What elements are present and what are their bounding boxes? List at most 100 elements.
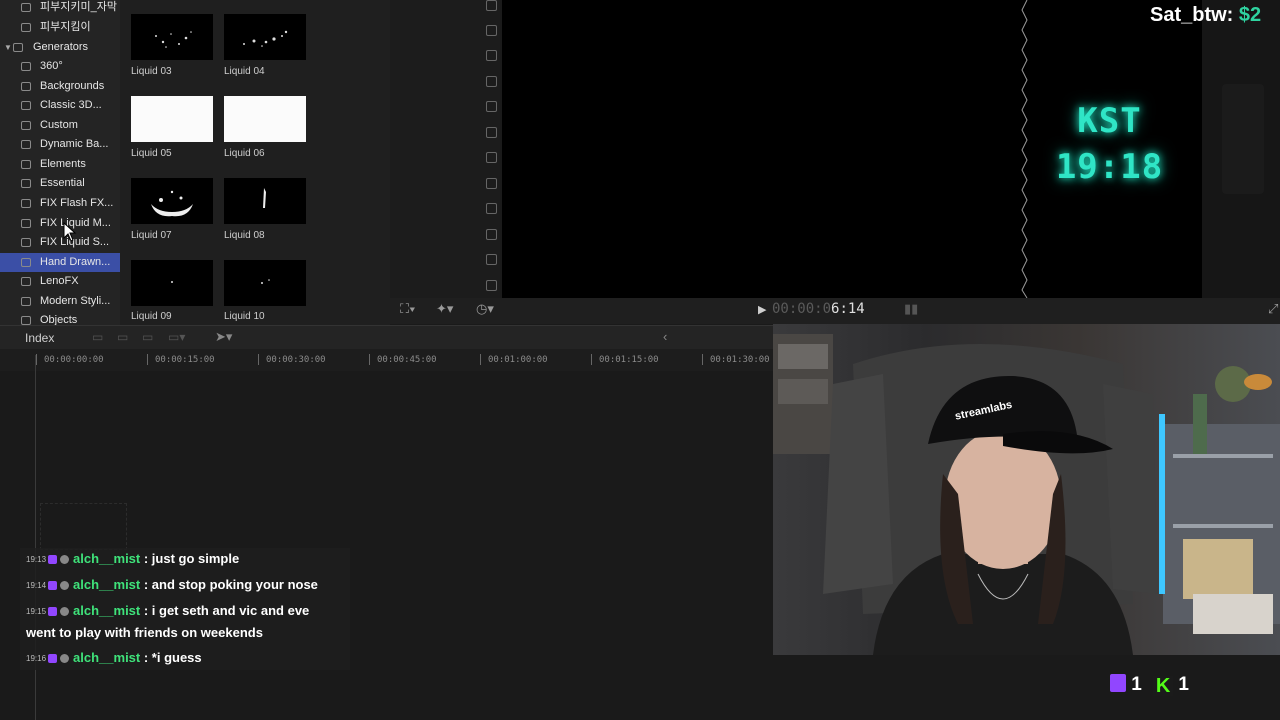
- checkbox[interactable]: [486, 280, 497, 291]
- checkbox[interactable]: [486, 50, 497, 61]
- chat-text: : *i guess: [140, 650, 202, 665]
- ruler-tick: [369, 354, 370, 365]
- folder-icon: [21, 101, 31, 110]
- folder-icon: [21, 82, 31, 91]
- sidebar-item-elements[interactable]: Elements: [0, 155, 120, 174]
- folder-icon: [21, 160, 31, 169]
- chat-timestamp: 19:14: [26, 581, 47, 591]
- sat-overlay: Sat_btw: $2: [1150, 4, 1261, 27]
- clip-label: Liquid 09: [131, 311, 172, 322]
- torn-edge-divider: [1021, 0, 1028, 298]
- libraries-sidebar: 피부지키미_자막 피부지킴이 ▼ Generators 360° Backgrou…: [0, 0, 120, 325]
- ruler-label: 00:00:15:00: [155, 355, 215, 365]
- clip-thumbnail-liquid-10[interactable]: [224, 260, 306, 306]
- twitch-badge-icon: [48, 555, 58, 565]
- checkbox[interactable]: [486, 229, 497, 240]
- enhance-wand-icon[interactable]: ✦▾: [436, 301, 453, 317]
- generators-browser: Liquid 03 Liquid 04 Liquid 05 Liquid 06 …: [120, 0, 390, 325]
- sidebar-item-fix-liquid-s[interactable]: FIX Liquid S...: [0, 233, 120, 252]
- checkbox[interactable]: [486, 25, 497, 36]
- sidebar-item-skin-guardian[interactable]: 피부지킴이: [0, 18, 120, 37]
- chat-text: : and stop poking your nose: [140, 577, 318, 592]
- clip-thumbnail-liquid-05[interactable]: [131, 96, 213, 142]
- empty-storyline-placeholder: [40, 503, 127, 550]
- checkbox[interactable]: [486, 178, 497, 189]
- clip-label: Liquid 08: [224, 230, 265, 241]
- sidebar-item-backgrounds[interactable]: Backgrounds: [0, 77, 120, 96]
- twitch-icon: [1110, 674, 1126, 692]
- clip-label: Liquid 10: [224, 311, 265, 322]
- folder-icon: [21, 140, 31, 149]
- select-tool-icon[interactable]: ➤▾: [215, 329, 232, 345]
- kick-viewer-count: 1: [1178, 674, 1189, 695]
- checkbox[interactable]: [486, 152, 497, 163]
- checkbox[interactable]: [486, 0, 497, 11]
- sidebar-item-lenofx[interactable]: LenoFX: [0, 272, 120, 291]
- checkbox[interactable]: [486, 127, 497, 138]
- folder-icon: [21, 23, 31, 32]
- chat-message: 19:14 alch__mist : and stop poking your n…: [26, 574, 336, 596]
- disclosure-triangle-icon[interactable]: ▼: [4, 38, 12, 57]
- clip-overwrite-icon[interactable]: ▭▾: [168, 330, 185, 344]
- twitch-viewer-count: 1: [1131, 674, 1142, 695]
- sidebar-item-classic-3d[interactable]: Classic 3D...: [0, 96, 120, 115]
- folder-icon: [21, 219, 31, 228]
- checkbox[interactable]: [486, 101, 497, 112]
- sidebar-item-modern-stylized[interactable]: Modern Styli...: [0, 292, 120, 311]
- folder-icon: [21, 179, 31, 188]
- sidebar-item-essential[interactable]: Essential: [0, 174, 120, 193]
- speed-icon[interactable]: ◷▾: [476, 301, 494, 317]
- kst-time: 19:18: [1055, 147, 1164, 187]
- folder-icon: [21, 297, 31, 306]
- chat-timestamp: 19:16: [26, 654, 47, 664]
- checkbox[interactable]: [486, 254, 497, 265]
- clip-thumbnail-liquid-03[interactable]: [131, 14, 213, 60]
- clip-connect-icon[interactable]: ▭: [92, 330, 103, 344]
- sidebar-item-hand-drawn[interactable]: Hand Drawn...: [0, 253, 120, 272]
- ruler-tick: [36, 354, 37, 365]
- sidebar-item-skin-subtitle[interactable]: 피부지키미_자막: [0, 0, 120, 17]
- sidebar-item-fix-liquid-m[interactable]: FIX Liquid M...: [0, 214, 120, 233]
- transform-icon[interactable]: ⛶▾: [400, 301, 415, 317]
- webcam-feed: streamlabs: [773, 324, 1280, 655]
- folder-icon: [21, 62, 31, 71]
- user-badge-icon: [60, 581, 70, 591]
- clip-thumbnail-liquid-06[interactable]: [224, 96, 306, 142]
- ruler-tick: [591, 354, 592, 365]
- sat-value: $2: [1238, 4, 1262, 26]
- sidebar-item-custom[interactable]: Custom: [0, 116, 120, 135]
- sidebar-item-fix-flash-fx[interactable]: FIX Flash FX...: [0, 194, 120, 213]
- chat-timestamp: 19:13: [26, 555, 47, 565]
- clip-append-icon[interactable]: ▭: [142, 330, 153, 344]
- clip-thumbnail-liquid-04[interactable]: [224, 14, 306, 60]
- chat-message: 19:15 alch__mist : i get seth and vic and…: [26, 600, 336, 643]
- sidebar-item-generators[interactable]: ▼ Generators: [0, 38, 120, 57]
- chat-message: 19:16 alch__mist : *i guess: [26, 647, 336, 669]
- folder-icon: [21, 121, 31, 130]
- kick-icon: K: [1153, 676, 1174, 696]
- viewer-left-margin: [390, 0, 500, 298]
- clip-thumbnail-liquid-07[interactable]: [131, 178, 213, 224]
- folder-icon: [21, 277, 31, 286]
- sidebar-item-objects[interactable]: Objects: [0, 311, 120, 325]
- fullscreen-icon[interactable]: ⤢: [1268, 301, 1278, 317]
- clip-label: Liquid 07: [131, 230, 172, 241]
- play-button[interactable]: ▶: [758, 303, 766, 316]
- checkbox[interactable]: [486, 203, 497, 214]
- folder-icon: [21, 3, 31, 12]
- chat-username: alch__mist: [73, 577, 141, 592]
- sidebar-item-360[interactable]: 360°: [0, 57, 120, 76]
- sidebar-item-dynamic-backgrounds[interactable]: Dynamic Ba...: [0, 135, 120, 154]
- checkbox[interactable]: [486, 76, 497, 87]
- ruler-tick: [702, 354, 703, 365]
- clip-insert-icon[interactable]: ▭: [117, 330, 128, 344]
- clip-thumbnail-liquid-09[interactable]: [131, 260, 213, 306]
- folder-icon: [21, 238, 31, 247]
- timeline-toolbar: ▭ ▭ ▭ ▭▾ ➤▾ ‹: [0, 325, 775, 350]
- chat-username: alch__mist: [73, 603, 141, 618]
- index-button[interactable]: Index: [25, 331, 54, 345]
- chat-timestamp: 19:15: [26, 607, 47, 617]
- chevron-left-icon[interactable]: ‹: [663, 329, 667, 344]
- clip-thumbnail-liquid-08[interactable]: [224, 178, 306, 224]
- chat-username: alch__mist: [73, 551, 141, 566]
